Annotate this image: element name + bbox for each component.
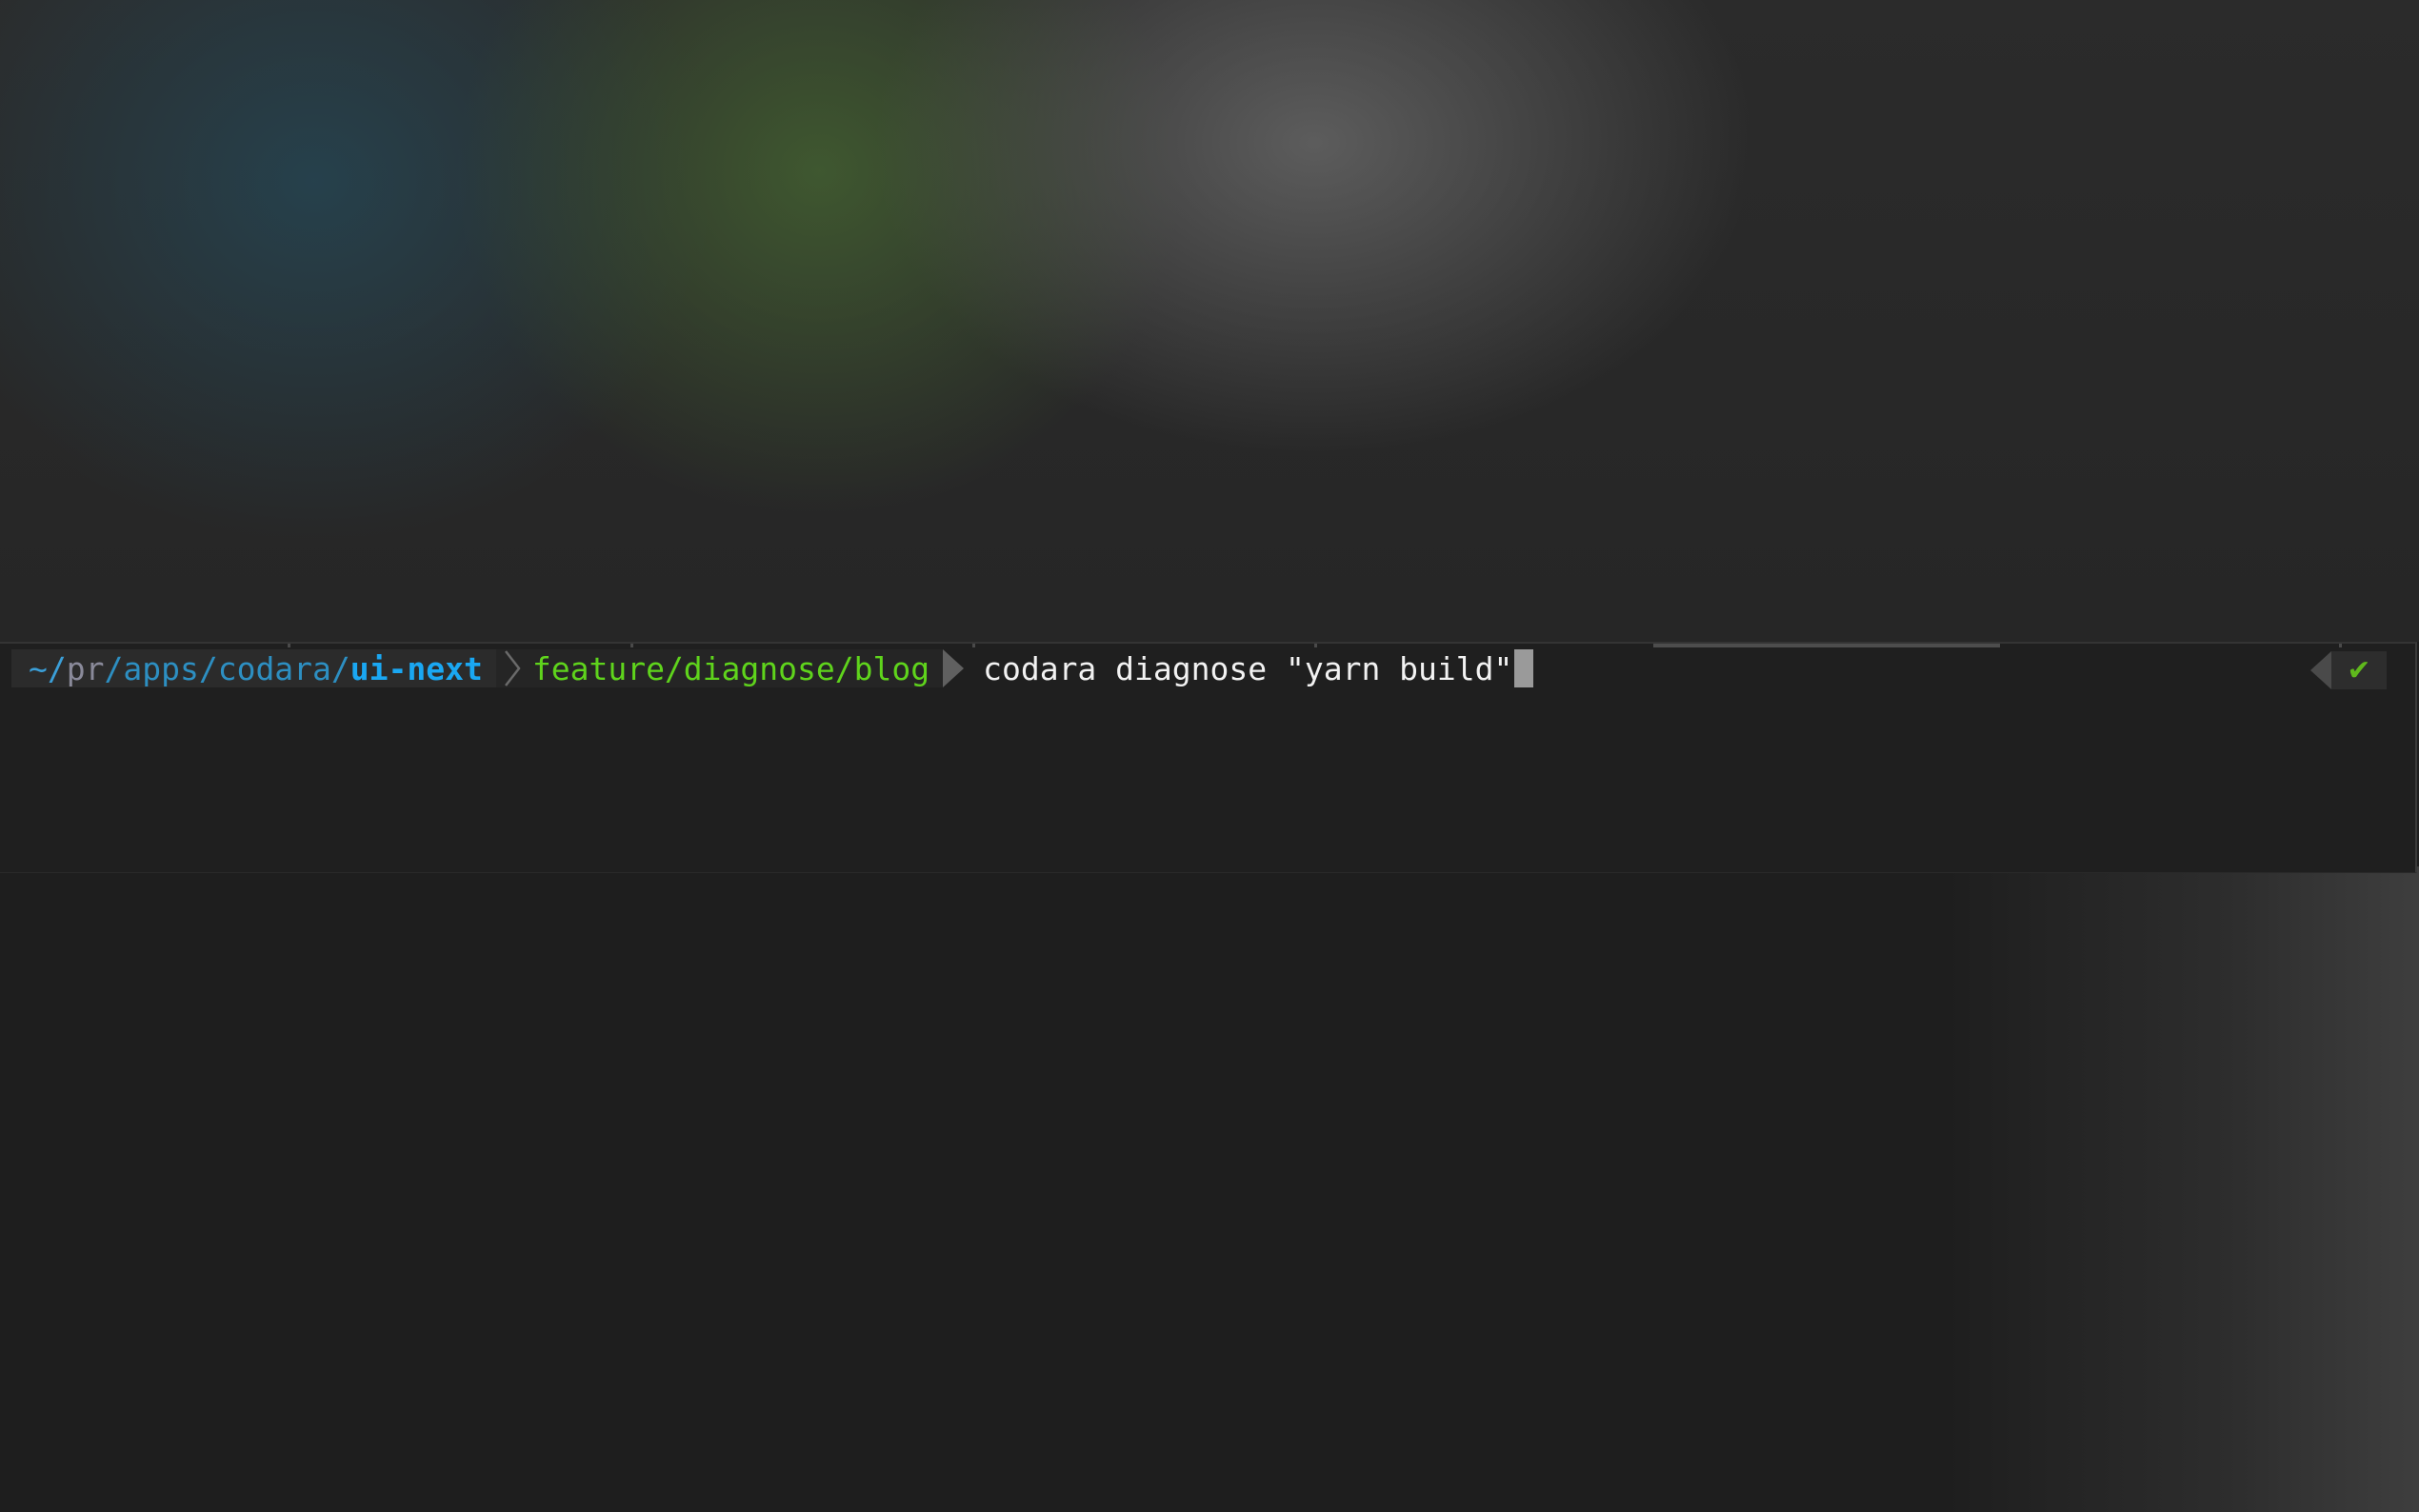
path-home: ~/ xyxy=(29,649,67,687)
path-middle: /apps/codara/ xyxy=(104,649,350,687)
git-branch: feature/diagnose/blog xyxy=(531,649,930,687)
triangle-left-icon xyxy=(2307,651,2331,689)
terminal-window[interactable]: ~/pr/apps/codara/ui-next feature/diagnos… xyxy=(0,642,2417,873)
text-cursor xyxy=(1514,649,1534,687)
check-icon: ✔ xyxy=(2331,651,2387,689)
path-pr: pr xyxy=(66,649,105,687)
terminal-tab-active[interactable] xyxy=(1653,644,2000,647)
prompt-path-segment: ~/pr/apps/codara/ui-next xyxy=(11,649,496,687)
prompt-branch-segment: feature/diagnose/blog xyxy=(528,649,944,687)
chevron-right-icon xyxy=(495,649,529,687)
desktop-screen: ~/pr/apps/codara/ui-next feature/diagnos… xyxy=(0,0,2419,1512)
path-current-dir: ui-next xyxy=(350,649,483,687)
desktop-wallpaper xyxy=(0,0,2419,642)
tab-divider xyxy=(2339,644,2342,647)
status-segment: ✔ xyxy=(2307,651,2387,689)
command-input[interactable]: codara diagnose "yarn build" xyxy=(977,650,1512,687)
triangle-right-icon xyxy=(943,649,978,687)
desktop-wallpaper-edge xyxy=(1943,866,2419,1512)
prompt-line[interactable]: ~/pr/apps/codara/ui-next feature/diagnos… xyxy=(11,647,1534,689)
